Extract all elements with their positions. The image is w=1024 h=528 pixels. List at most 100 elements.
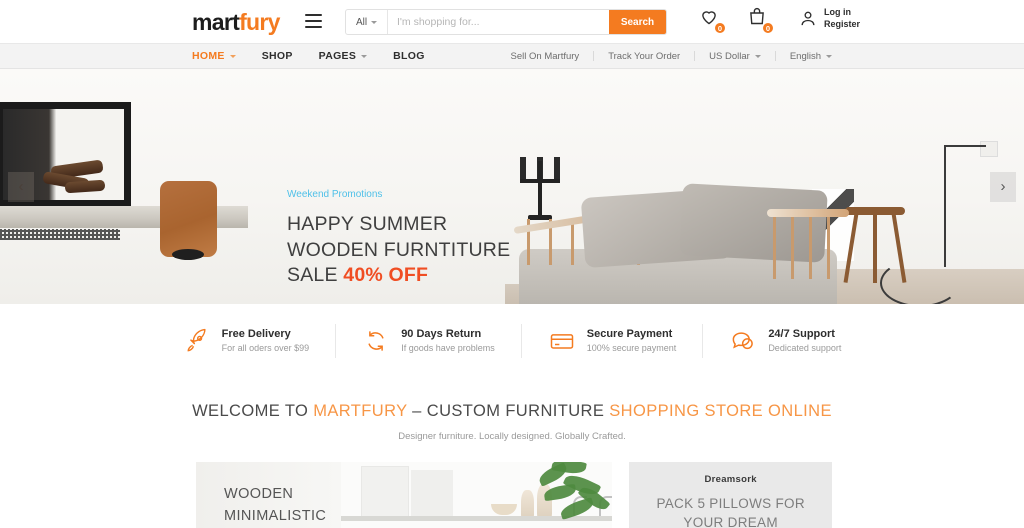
hamburger-icon[interactable] (305, 14, 322, 28)
hamburger-line (305, 20, 322, 22)
wishlist-button[interactable]: 0 (698, 6, 726, 34)
search-button[interactable]: Search (609, 10, 666, 34)
feature-title: Secure Payment (586, 328, 673, 340)
nav-item-label: HOME (192, 50, 225, 62)
promo-left-line-1: WOODEN (224, 486, 294, 502)
decor-bowl (491, 504, 517, 515)
hero-copy: Weekend Promotions HAPPY SUMMER WOODEN F… (287, 189, 510, 304)
chevron-down-icon (361, 54, 368, 58)
hero-sale-prefix: SALE (287, 264, 344, 287)
promo-right-line-1: PACK 5 PILLOWS FOR (656, 496, 805, 511)
hero-title-line-1: HAPPY SUMMER (287, 213, 448, 235)
chevron-down-icon (754, 54, 761, 58)
feature-title: Free Delivery (221, 328, 291, 340)
hero-kicker: Weekend Promotions (287, 189, 383, 200)
potted-plant (534, 462, 612, 528)
wooden-board-decor (160, 181, 217, 257)
language-selector[interactable]: English (776, 51, 846, 62)
search-category-dropdown[interactable]: All (346, 10, 388, 34)
search-bar: All Search (345, 9, 667, 35)
kitchen-panel (411, 470, 453, 518)
floor-vent-grille (0, 229, 120, 240)
cord-coil (880, 259, 960, 304)
feature-text: Secure Payment 100% secure payment (587, 328, 677, 353)
chevron-down-icon (371, 20, 378, 24)
feature-subtitle: If goods have problems (401, 343, 495, 353)
currency-selector[interactable]: US Dollar (695, 51, 775, 62)
lamp-cord (944, 147, 946, 267)
feature-subtitle: Dedicated support (768, 343, 842, 353)
wall-outlet (980, 141, 998, 157)
nav-sell-on-martfury[interactable]: Sell On Martfury (497, 51, 594, 62)
feature-secure-payment: Secure Payment 100% secure payment (520, 323, 703, 358)
nav-item-label: PAGES (318, 50, 357, 62)
welcome-highlight: SHOPPING STORE ONLINE (609, 402, 832, 420)
feature-free-delivery: Free Delivery For all oders over $99 (157, 324, 336, 358)
nav-link-label: Track Your Order (608, 50, 681, 62)
search-category-label: All (355, 16, 368, 28)
main-navigation: HOME SHOP PAGES BLOG Sell On Martfury Tr… (0, 43, 1024, 69)
feature-strip: Free Delivery For all oders over $99 90 … (0, 304, 1024, 377)
nav-link-label: English (789, 50, 821, 62)
lamp-arm (944, 145, 986, 147)
feature-text: 90 Days Return If goods have problems (401, 328, 495, 353)
hero-title-line-2: WOODEN FURNTITURE (287, 238, 511, 261)
hero-discount-badge: 40% OFF (343, 264, 429, 287)
hero-title-line-3: SALE 40% OFF (287, 263, 510, 289)
wishlist-count-badge: 0 (714, 22, 726, 34)
login-label[interactable]: Log in (824, 6, 860, 18)
nav-track-your-order[interactable]: Track Your Order (594, 51, 694, 62)
site-header: martfury All Search 0 0 (0, 0, 1024, 43)
feature-subtitle: 100% secure payment (586, 343, 677, 353)
hero-slider: Weekend Promotions HAPPY SUMMER WOODEN F… (0, 69, 1024, 304)
user-icon (801, 11, 815, 25)
nav-item-label: SHOP (261, 50, 293, 62)
board-base (172, 249, 204, 260)
nav-primary-links: HOME SHOP PAGES BLOG (192, 50, 425, 62)
nav-item-home[interactable]: HOME (192, 50, 236, 62)
promo-card-text: WOODEN MINIMALISTIC CHAIRS (224, 484, 326, 528)
feature-text: Free Delivery For all oders over $99 (222, 328, 310, 353)
account-button[interactable]: Log in Register (798, 6, 860, 30)
register-label[interactable]: Register (824, 18, 860, 30)
promo-card-pillows[interactable]: Dreamsork PACK 5 PILLOWS FOR YOUR DREAM (629, 462, 832, 528)
cart-count-badge: 0 (762, 22, 774, 34)
credit-card-icon (550, 333, 573, 349)
promo-right-headline: PACK 5 PILLOWS FOR YOUR DREAM (656, 495, 804, 528)
hero-next-arrow[interactable]: › (990, 171, 1016, 202)
sofa-arm-spindles (773, 215, 843, 281)
wooden-frame-sofa (505, 183, 850, 304)
site-logo[interactable]: martfury (192, 9, 280, 36)
feature-247-support: 24/7 Support Dedicated support (702, 323, 867, 358)
nav-secondary-links: Sell On Martfury Track Your Order US Dol… (497, 51, 846, 62)
nav-item-pages[interactable]: PAGES (318, 50, 368, 62)
kitchen-panel (361, 466, 409, 518)
nav-item-blog[interactable]: BLOG (393, 50, 425, 62)
hero-title: HAPPY SUMMER WOODEN FURNTITURE SALE 40% … (287, 212, 510, 289)
nav-link-label: US Dollar (709, 50, 750, 62)
stool-leg (873, 213, 877, 283)
feature-text: 24/7 Support Dedicated support (768, 328, 841, 353)
hero-background-image (0, 69, 1024, 304)
chevron-down-icon (826, 54, 832, 58)
feature-90-days-return: 90 Days Return If goods have problems (335, 323, 521, 358)
feature-title: 24/7 Support (768, 328, 835, 340)
logo-text-accent: fury (239, 9, 280, 35)
cart-button[interactable]: 0 (746, 6, 774, 34)
page-title: WELCOME TO MARTFURY – CUSTOM FURNITURE S… (0, 402, 1024, 421)
hamburger-line (305, 14, 322, 16)
hero-prev-arrow[interactable]: ‹ (8, 171, 34, 202)
promo-card-wooden-chairs[interactable]: WOODEN MINIMALISTIC CHAIRS (196, 462, 613, 528)
chat-support-icon (732, 331, 754, 349)
feature-title: 90 Days Return (401, 328, 482, 340)
sofa-armrest (767, 209, 849, 217)
promo-left-line-2: MINIMALISTIC (224, 507, 327, 524)
nav-link-label: Sell On Martfury (510, 50, 580, 62)
nav-item-shop[interactable]: SHOP (262, 50, 293, 62)
nav-item-label: BLOG (393, 50, 425, 62)
search-input[interactable] (388, 10, 609, 34)
promo-card-image (341, 462, 613, 528)
promo-card-row: WOODEN MINIMALISTIC CHAIRS Dreamsork PAC… (0, 442, 1024, 528)
welcome-section: WELCOME TO MARTFURY – CUSTOM FURNITURE S… (0, 377, 1024, 442)
hamburger-line (305, 26, 322, 28)
